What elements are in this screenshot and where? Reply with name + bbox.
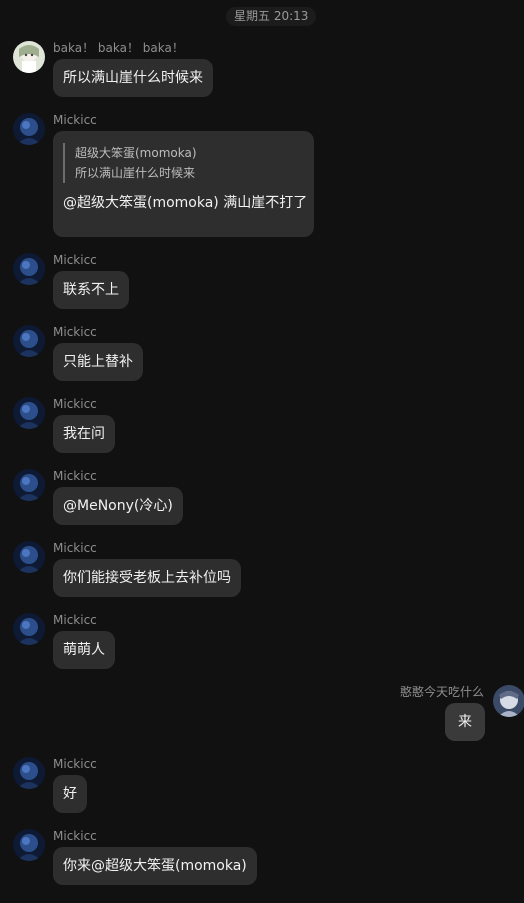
avatar-image (13, 113, 45, 145)
quoted-author: 超级大笨蛋(momoka) (75, 146, 197, 160)
message-bubble[interactable]: 我在问 (53, 415, 115, 453)
message-text: @超级大笨蛋(momoka) 满山崖不打了 (63, 195, 308, 211)
message-text: 联系不上 (63, 282, 119, 298)
message-text: 萌萌人 (63, 642, 105, 658)
self-avatar[interactable] (493, 685, 524, 717)
message-text: 你来@超级大笨蛋(momoka) (63, 858, 247, 874)
message-bubble[interactable]: 好 (53, 775, 87, 813)
message-text: 我在问 (63, 426, 105, 442)
avatar-image (13, 41, 45, 73)
message-bubble-reply[interactable]: 超级大笨蛋(momoka) 所以满山崖什么时候来 @超级大笨蛋(momoka) … (53, 131, 314, 237)
quoted-text: 所以满山崖什么时候来 (75, 166, 196, 180)
sender-name: Mickicc (53, 113, 97, 127)
sender-name: baka！ baka！ baka！ (53, 41, 184, 55)
message-text: 好 (63, 786, 77, 802)
message-text: 只能上替补 (63, 354, 133, 370)
message-bubble[interactable]: 萌萌人 (53, 631, 115, 669)
avatar-image (13, 253, 45, 285)
avatar-image (493, 685, 524, 717)
sender-name: Mickicc (53, 253, 97, 267)
sender-avatar-mickicc[interactable] (13, 253, 45, 285)
avatar-image (13, 829, 45, 861)
sender-avatar-mickicc[interactable] (13, 541, 45, 573)
sender-avatar-mickicc[interactable] (13, 613, 45, 645)
time-divider: 星期五 20:13 (226, 7, 317, 26)
message-text: 来 (458, 714, 472, 730)
message-bubble[interactable]: @MeNony(冷心) (53, 487, 183, 525)
sender-avatar-mickicc[interactable] (13, 829, 45, 861)
avatar-image (13, 397, 45, 429)
sender-avatar-mickicc[interactable] (13, 113, 45, 145)
message-text: 你们能接受老板上去补位吗 (63, 570, 231, 586)
sender-avatar-mickicc[interactable] (13, 397, 45, 429)
sender-name: Mickicc (53, 829, 97, 843)
sender-name: Mickicc (53, 469, 97, 483)
avatar-image (13, 469, 45, 501)
message-bubble-self[interactable]: 来 (445, 703, 485, 741)
message-text: 所以满山崖什么时候来 (63, 70, 203, 86)
sender-name: Mickicc (53, 757, 97, 771)
sender-avatar-baka[interactable] (13, 41, 45, 73)
avatar-image (13, 757, 45, 789)
message-bubble[interactable]: 只能上替补 (53, 343, 143, 381)
message-bubble[interactable]: 联系不上 (53, 271, 129, 309)
sender-name: Mickicc (53, 613, 97, 627)
message-text: @MeNony(冷心) (63, 498, 173, 514)
quoted-message[interactable]: 超级大笨蛋(momoka) 所以满山崖什么时候来 (63, 143, 304, 183)
sender-name: Mickicc (53, 397, 97, 411)
sender-name-self: 憨憨今天吃什么 (399, 685, 484, 699)
message-bubble[interactable]: 你们能接受老板上去补位吗 (53, 559, 241, 597)
sender-avatar-mickicc[interactable] (13, 757, 45, 789)
message-bubble[interactable]: 你来@超级大笨蛋(momoka) (53, 847, 257, 885)
avatar-image (13, 613, 45, 645)
message-bubble[interactable]: 所以满山崖什么时候来 (53, 59, 213, 97)
sender-name: Mickicc (53, 541, 97, 555)
sender-avatar-mickicc[interactable] (13, 469, 45, 501)
sender-avatar-mickicc[interactable] (13, 325, 45, 357)
avatar-image (13, 325, 45, 357)
avatar-image (13, 541, 45, 573)
chat-window: 星期五 20:13 baka！ baka！ baka！ 所以满山崖什么时候来 M… (0, 0, 524, 903)
sender-name: Mickicc (53, 325, 97, 339)
